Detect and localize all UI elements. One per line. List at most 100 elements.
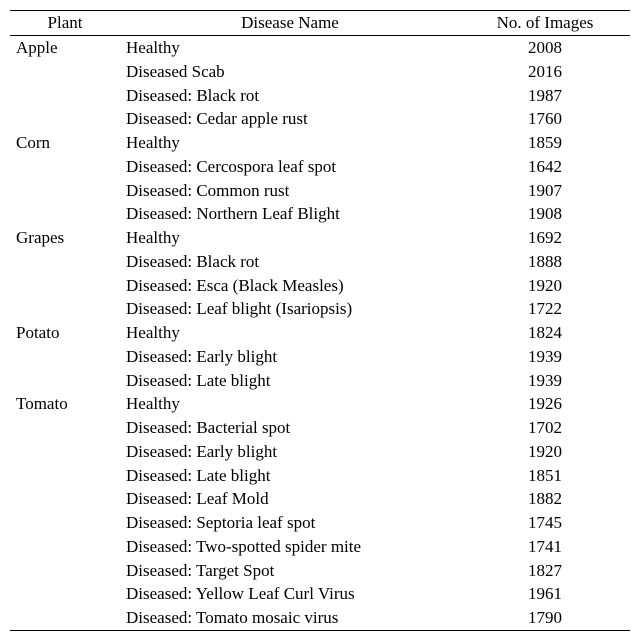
cell-count: 1987 <box>460 84 630 108</box>
cell-count: 1760 <box>460 107 630 131</box>
table-header-row: Plant Disease Name No. of Images <box>10 11 630 36</box>
table-row: Diseased: Northern Leaf Blight1908 <box>10 202 630 226</box>
cell-plant <box>10 345 120 369</box>
cell-count: 1882 <box>460 487 630 511</box>
cell-count: 1961 <box>460 582 630 606</box>
table-row: Diseased Scab2016 <box>10 60 630 84</box>
cell-disease: Healthy <box>120 392 460 416</box>
cell-disease: Diseased: Northern Leaf Blight <box>120 202 460 226</box>
cell-plant <box>10 84 120 108</box>
cell-plant <box>10 274 120 298</box>
table-body: AppleHealthy2008Diseased Scab2016Disease… <box>10 36 630 631</box>
cell-count: 1851 <box>460 464 630 488</box>
cell-disease: Diseased: Two-spotted spider mite <box>120 535 460 559</box>
table-row: Diseased: Bacterial spot1702 <box>10 416 630 440</box>
cell-count: 1920 <box>460 440 630 464</box>
cell-plant: Potato <box>10 321 120 345</box>
cell-disease: Diseased: Leaf Mold <box>120 487 460 511</box>
cell-plant <box>10 250 120 274</box>
table-row: Diseased: Cedar apple rust1760 <box>10 107 630 131</box>
cell-plant <box>10 60 120 84</box>
cell-plant <box>10 606 120 630</box>
table-row: Diseased: Septoria leaf spot1745 <box>10 511 630 535</box>
header-count: No. of Images <box>460 11 630 36</box>
cell-count: 1907 <box>460 179 630 203</box>
cell-plant <box>10 582 120 606</box>
cell-plant <box>10 464 120 488</box>
table-row: Diseased: Late blight1851 <box>10 464 630 488</box>
cell-count: 1745 <box>460 511 630 535</box>
cell-plant: Apple <box>10 36 120 60</box>
header-disease: Disease Name <box>120 11 460 36</box>
cell-disease: Healthy <box>120 226 460 250</box>
table-row: Diseased: Esca (Black Measles)1920 <box>10 274 630 298</box>
cell-plant <box>10 487 120 511</box>
cell-plant <box>10 511 120 535</box>
cell-count: 2008 <box>460 36 630 60</box>
table-row: CornHealthy1859 <box>10 131 630 155</box>
cell-disease: Diseased: Target Spot <box>120 559 460 583</box>
cell-disease: Diseased: Tomato mosaic virus <box>120 606 460 630</box>
table-row: Diseased: Two-spotted spider mite1741 <box>10 535 630 559</box>
cell-disease: Diseased: Esca (Black Measles) <box>120 274 460 298</box>
cell-count: 1741 <box>460 535 630 559</box>
table-row: Diseased: Leaf blight (Isariopsis)1722 <box>10 297 630 321</box>
cell-disease: Diseased: Black rot <box>120 84 460 108</box>
cell-count: 1824 <box>460 321 630 345</box>
cell-count: 1642 <box>460 155 630 179</box>
cell-disease: Healthy <box>120 131 460 155</box>
cell-count: 1722 <box>460 297 630 321</box>
cell-plant: Grapes <box>10 226 120 250</box>
table-row: TomatoHealthy1926 <box>10 392 630 416</box>
cell-plant: Tomato <box>10 392 120 416</box>
cell-plant <box>10 416 120 440</box>
cell-plant <box>10 440 120 464</box>
cell-count: 1692 <box>460 226 630 250</box>
cell-count: 1790 <box>460 606 630 630</box>
cell-disease: Diseased: Septoria leaf spot <box>120 511 460 535</box>
cell-disease: Healthy <box>120 36 460 60</box>
cell-disease: Diseased: Early blight <box>120 440 460 464</box>
cell-count: 1702 <box>460 416 630 440</box>
cell-count: 1908 <box>460 202 630 226</box>
cell-disease: Diseased: Yellow Leaf Curl Virus <box>120 582 460 606</box>
cell-disease: Diseased: Leaf blight (Isariopsis) <box>120 297 460 321</box>
cell-plant <box>10 202 120 226</box>
cell-plant <box>10 155 120 179</box>
table-row: PotatoHealthy1824 <box>10 321 630 345</box>
table-row: Diseased: Early blight1920 <box>10 440 630 464</box>
cell-count: 1827 <box>460 559 630 583</box>
table-row: Diseased: Black rot1888 <box>10 250 630 274</box>
cell-count: 1939 <box>460 345 630 369</box>
cell-plant: Corn <box>10 131 120 155</box>
cell-count: 1926 <box>460 392 630 416</box>
cell-disease: Diseased: Cedar apple rust <box>120 107 460 131</box>
table-row: Diseased: Common rust1907 <box>10 179 630 203</box>
cell-count: 1920 <box>460 274 630 298</box>
cell-disease: Diseased: Black rot <box>120 250 460 274</box>
cell-disease: Diseased: Bacterial spot <box>120 416 460 440</box>
cell-plant <box>10 369 120 393</box>
cell-plant <box>10 107 120 131</box>
cell-disease: Healthy <box>120 321 460 345</box>
cell-disease: Diseased Scab <box>120 60 460 84</box>
cell-disease: Diseased: Late blight <box>120 369 460 393</box>
table-row: AppleHealthy2008 <box>10 36 630 60</box>
cell-disease: Diseased: Cercospora leaf spot <box>120 155 460 179</box>
cell-count: 1939 <box>460 369 630 393</box>
cell-disease: Diseased: Early blight <box>120 345 460 369</box>
table-row: GrapesHealthy1692 <box>10 226 630 250</box>
table-row: Diseased: Cercospora leaf spot1642 <box>10 155 630 179</box>
table-row: Diseased: Black rot1987 <box>10 84 630 108</box>
table-row: Diseased: Late blight1939 <box>10 369 630 393</box>
plant-disease-table: Plant Disease Name No. of Images AppleHe… <box>10 10 630 631</box>
table-row: Diseased: Early blight1939 <box>10 345 630 369</box>
cell-disease: Diseased: Late blight <box>120 464 460 488</box>
cell-count: 1859 <box>460 131 630 155</box>
cell-plant <box>10 559 120 583</box>
table-row: Diseased: Leaf Mold1882 <box>10 487 630 511</box>
cell-plant <box>10 297 120 321</box>
cell-disease: Diseased: Common rust <box>120 179 460 203</box>
table-row: Diseased: Yellow Leaf Curl Virus1961 <box>10 582 630 606</box>
header-plant: Plant <box>10 11 120 36</box>
